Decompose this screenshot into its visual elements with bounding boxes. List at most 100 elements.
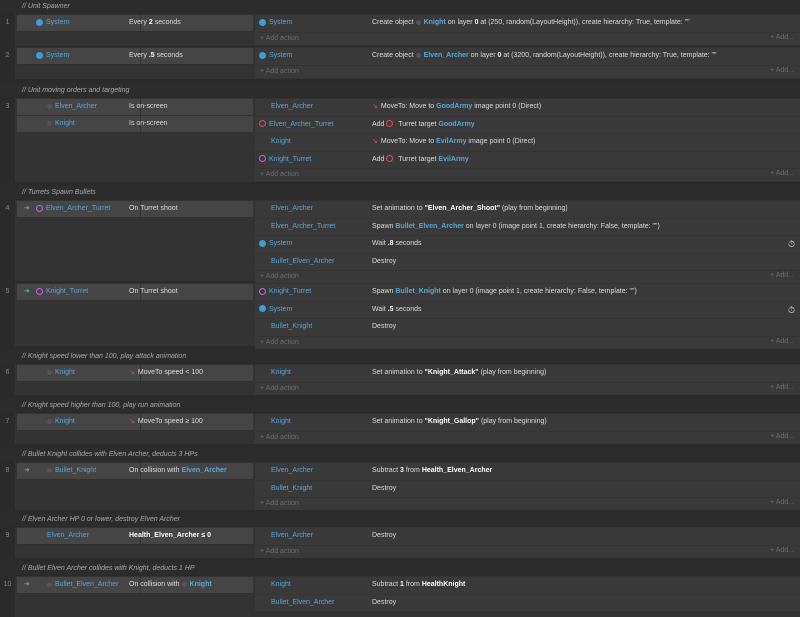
add-action-button[interactable]: + Add action + Add...	[255, 383, 800, 395]
condition[interactable]: Knight ↘ MoveTo speed ≥ 100	[17, 414, 253, 431]
actions: System Create object Elven_Archer on lay…	[255, 48, 800, 78]
object-icon	[47, 467, 52, 473]
event-row[interactable]: 2 System Every .5 seconds System Create …	[0, 47, 800, 79]
comment[interactable]: // Elven Archer HP 0 or lower, destroy E…	[0, 513, 800, 526]
comment[interactable]: // Knight speed higher than 100, play ru…	[0, 399, 800, 412]
event-number: 4	[0, 200, 15, 281]
add-action-button[interactable]: + Add action + Add...	[255, 33, 800, 45]
condition[interactable]: ➜ Elven_Archer_Turret On Turret shoot	[17, 201, 253, 218]
action[interactable]: Elven_Archer_Turret Spawn Bullet_Elven_A…	[255, 219, 800, 236]
target-icon	[386, 155, 394, 163]
actions: Knight Set animation to "Knight_Gallop" …	[255, 414, 800, 444]
event-row[interactable]: 6 Knight ↘ MoveTo speed < 100 Knight Set …	[0, 364, 800, 395]
actions: Elven_Archer Set animation to "Elven_Arc…	[255, 201, 800, 283]
comment[interactable]: // Bullet Knight collides with Elven Arc…	[0, 448, 800, 461]
moveto-icon: ↘	[372, 138, 378, 145]
add-action-button[interactable]: + Add action + Add...	[255, 432, 800, 444]
event-row[interactable]: 8 ➜ Bullet_Knight On collision with Elve…	[0, 462, 800, 510]
conditions: ➜ Bullet_Elven_Archer On collision with …	[17, 577, 253, 594]
moveto-icon: ↘	[129, 369, 135, 376]
condition[interactable]: Elven_Archer Health_Elven_Archer ≤ 0	[17, 528, 253, 545]
condition[interactable]: System Every .5 seconds	[17, 48, 253, 65]
add-action-button[interactable]: + Add action + Add...	[255, 66, 800, 78]
action-object: System	[269, 240, 293, 247]
object-icon	[47, 418, 52, 424]
system-gear-icon	[259, 51, 266, 59]
action-object: Knight	[271, 581, 291, 588]
event-number: 7	[0, 413, 15, 444]
action-object: Bullet_Elven_Archer	[271, 257, 335, 265]
action[interactable]: Knight Set animation to "Knight_Gallop" …	[255, 414, 800, 432]
trigger-arrow-icon: ➜	[24, 581, 30, 588]
action[interactable]: Elven_Archer Subtract 3 from Health_Elve…	[255, 463, 800, 481]
action[interactable]: System Create object Knight on layer 0 a…	[255, 15, 800, 33]
trigger-arrow-icon: ➜	[24, 467, 30, 474]
condition-object: Bullet_Elven_Archer	[55, 581, 119, 588]
action-object: Knight	[271, 418, 291, 425]
moveto-icon: ↘	[129, 418, 135, 425]
action-object: System	[269, 305, 293, 313]
action[interactable]: Elven_Archer ↘ MoveTo: Move to GoodArmy i…	[255, 99, 800, 117]
action-object: Elven_Archer	[271, 103, 314, 110]
action[interactable]: Bullet_Knight Destroy	[255, 319, 800, 337]
comment[interactable]: // Unit Spawner	[0, 0, 800, 13]
comment[interactable]: // Turrets Spawn Bullets	[0, 186, 800, 199]
event-row[interactable]: 10 ➜ Bullet_Elven_Archer On collision wi…	[0, 576, 800, 617]
action-object: Bullet_Elven_Archer	[271, 598, 335, 606]
actions: Knight_Turret Spawn Bullet_Knight on lay…	[255, 284, 800, 349]
system-gear-icon	[259, 18, 266, 26]
conditions: Knight ↘ MoveTo speed ≥ 100	[17, 414, 253, 431]
system-gear-icon	[36, 51, 43, 59]
action[interactable]: System Wait .5 seconds ⏱	[255, 302, 800, 319]
action-object: Elven_Archer	[271, 467, 314, 474]
condition[interactable]: System Every 2 seconds	[17, 15, 253, 32]
object-icon	[415, 52, 421, 58]
event-row[interactable]: 1 System Every 2 seconds System Create o…	[0, 14, 800, 46]
action[interactable]: Bullet_Elven_Archer Destroy	[255, 595, 800, 612]
add-action-button[interactable]: + Add action + Add...	[255, 169, 800, 181]
action[interactable]: System Create object Elven_Archer on lay…	[255, 48, 800, 66]
action[interactable]: Elven_Archer_Turret Add Turret target Go…	[255, 117, 800, 134]
object-icon	[47, 369, 52, 375]
condition-object: Knight	[55, 418, 75, 425]
event-number: 10	[0, 576, 15, 617]
action-object: System	[269, 19, 293, 26]
conditions: Elven_Archer Health_Elven_Archer ≤ 0	[17, 528, 253, 545]
condition-object: Elven_Archer	[55, 103, 98, 110]
conditions: Elven_Archer Is on-screen Knight Is on-s…	[17, 99, 253, 133]
action[interactable]: Bullet_Knight Destroy	[255, 481, 800, 498]
action[interactable]: Bullet_Elven_Archer Destroy	[255, 254, 800, 271]
action[interactable]: Knight Subtract 1 from HealthKnight	[255, 577, 800, 595]
condition[interactable]: ➜ Bullet_Elven_Archer On collision with …	[17, 577, 253, 594]
action[interactable]: Elven_Archer Set animation to "Elven_Arc…	[255, 201, 800, 219]
comment[interactable]: // Bullet Elven Archer collides with Kni…	[0, 562, 800, 575]
comment[interactable]: // Knight speed lower than 100, play att…	[0, 350, 800, 363]
condition[interactable]: Knight ↘ MoveTo speed < 100	[17, 365, 253, 382]
event-row[interactable]: 7 Knight ↘ MoveTo speed ≥ 100 Knight Set …	[0, 413, 800, 444]
action[interactable]: System Wait .8 seconds ⏱	[255, 236, 800, 254]
comment[interactable]: // Unit moving orders and targeting	[0, 84, 800, 97]
condition[interactable]: Knight Is on-screen	[17, 116, 253, 133]
add-action-button[interactable]: + Add action + Add...	[255, 271, 800, 283]
add-action-button[interactable]: + Add action + Add...	[255, 337, 800, 349]
event-row[interactable]: 9 Elven_Archer Health_Elven_Archer ≤ 0 E…	[0, 527, 800, 558]
condition[interactable]: Elven_Archer Is on-screen	[17, 99, 253, 116]
event-row[interactable]: 5 ➜ Knight_Turret On Turret shoot Knight…	[0, 283, 800, 349]
add-action-button[interactable]: + Add action + Add...	[255, 498, 800, 510]
event-row[interactable]: 3 Elven_Archer Is on-screen Knight Is on…	[0, 98, 800, 182]
condition-object: Elven_Archer_Turret	[46, 205, 111, 212]
action[interactable]: Knight_Turret Spawn Bullet_Knight on lay…	[255, 284, 800, 302]
action[interactable]: Knight ↘ MoveTo: Move to EvilArmy image p…	[255, 134, 800, 152]
condition[interactable]: ➜ Bullet_Knight On collision with Elven_…	[17, 463, 253, 480]
action[interactable]: Knight Set animation to "Knight_Attack" …	[255, 365, 800, 383]
condition[interactable]: ➜ Knight_Turret On Turret shoot	[17, 284, 253, 301]
action[interactable]: Elven_Archer Destroy	[255, 528, 800, 546]
conditions: ➜ Knight_Turret On Turret shoot	[17, 284, 253, 301]
action[interactable]: Knight_Turret Add Turret target EvilArmy	[255, 152, 800, 169]
add-action-button[interactable]: + Add action + Add...	[255, 546, 800, 558]
event-row[interactable]: 4 ➜ Elven_Archer_Turret On Turret shoot …	[0, 200, 800, 283]
condition-object: System	[46, 19, 70, 26]
action-object: System	[269, 52, 293, 59]
object-icon	[181, 581, 187, 587]
condition-object: Bullet_Knight	[55, 467, 97, 474]
